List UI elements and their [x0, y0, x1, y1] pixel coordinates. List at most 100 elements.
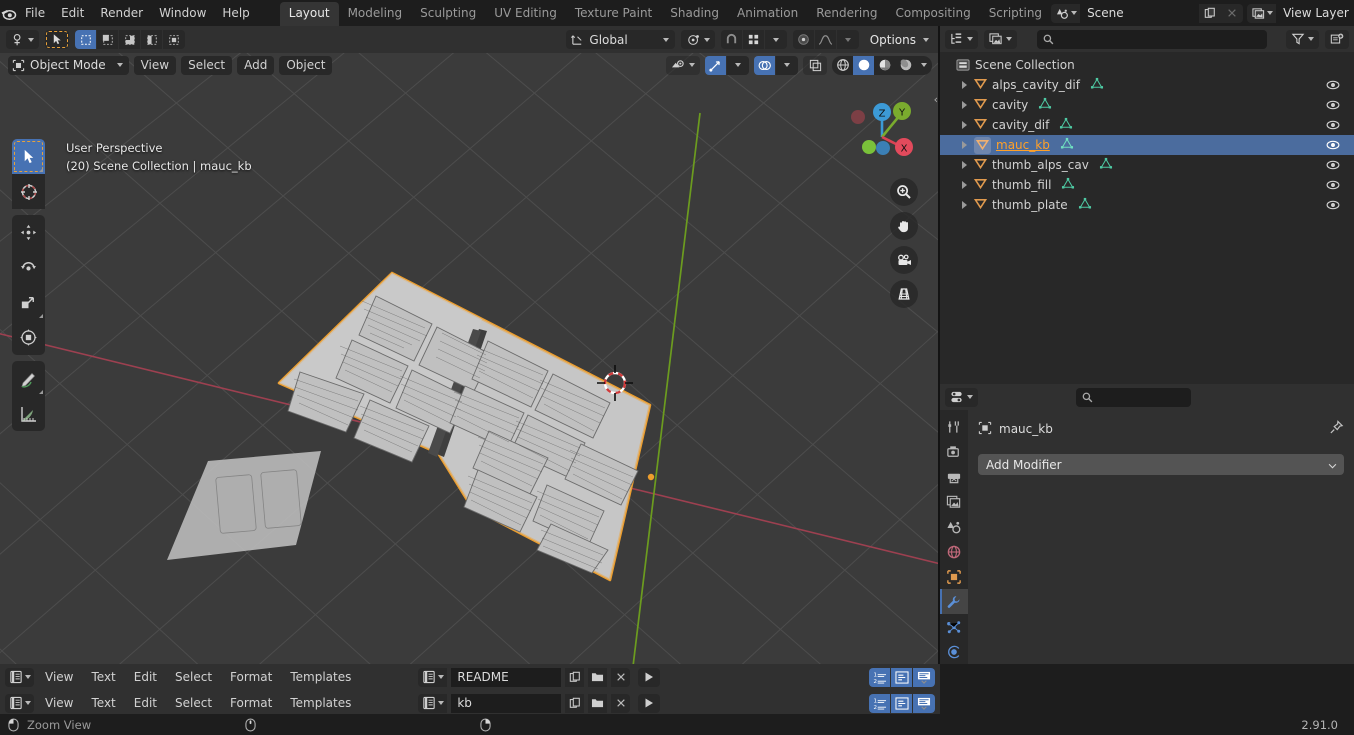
tool-measure[interactable]: [12, 396, 45, 431]
gizmo-group[interactable]: [705, 55, 749, 75]
disclosure-triangle-icon[interactable]: [962, 121, 967, 129]
menu-render[interactable]: Render: [92, 3, 151, 23]
interaction-mode-dropdown[interactable]: Object Mode: [8, 55, 129, 75]
properties-tab-physics[interactable]: [940, 639, 968, 664]
visibility-eye-icon[interactable]: [1326, 198, 1340, 215]
word-wrap-icon[interactable]: [891, 693, 913, 713]
text-menu-select[interactable]: Select: [168, 694, 219, 712]
viewport-menu-object[interactable]: Object: [279, 55, 333, 75]
overlays-icon[interactable]: [754, 55, 776, 75]
chevron-down-icon[interactable]: [836, 30, 859, 49]
scene-selector[interactable]: Scene: [1051, 3, 1244, 23]
viewport-menu-add[interactable]: Add: [237, 55, 275, 75]
workspace-tab-rendering[interactable]: Rendering: [807, 2, 886, 26]
select-intersect-icon[interactable]: [163, 30, 185, 49]
properties-editor-icon[interactable]: [945, 387, 978, 407]
solid-shading-icon[interactable]: [853, 55, 874, 75]
line-numbers-icon[interactable]: 12: [869, 693, 891, 713]
view-layer-icon[interactable]: [1247, 3, 1278, 23]
text-datablock-icon[interactable]: [418, 693, 448, 713]
select-new-icon[interactable]: [75, 30, 97, 49]
menu-help[interactable]: Help: [214, 3, 257, 23]
visibility-eye-icon[interactable]: [1326, 138, 1340, 155]
disclosure-triangle-icon[interactable]: [962, 181, 967, 189]
open-folder-icon[interactable]: [588, 693, 608, 713]
pin-icon[interactable]: [1329, 420, 1344, 438]
workspace-tab-uv-editing[interactable]: UV Editing: [485, 2, 566, 26]
outliner-row-scene-collection[interactable]: Scene Collection: [940, 55, 1354, 75]
tool-tweak-select-box[interactable]: [12, 139, 45, 174]
unlink-x-icon[interactable]: [611, 667, 631, 687]
select-extend-icon[interactable]: [97, 30, 119, 49]
workspace-tab-modeling[interactable]: Modeling: [339, 2, 412, 26]
text-menu-edit[interactable]: Edit: [127, 668, 164, 686]
new-text-icon[interactable]: [565, 693, 585, 713]
navigation-gizmo[interactable]: Z Y X: [838, 91, 922, 175]
outliner-row-thumb_alps_cav[interactable]: thumb_alps_cav: [940, 155, 1354, 175]
new-text-icon[interactable]: [565, 667, 585, 687]
scene-name[interactable]: Scene: [1081, 3, 1200, 23]
xray-toggle[interactable]: [803, 55, 827, 75]
visibility-eye-icon[interactable]: [1326, 178, 1340, 195]
open-folder-icon[interactable]: [588, 667, 608, 687]
text-menu-view[interactable]: View: [38, 694, 80, 712]
menu-edit[interactable]: Edit: [53, 3, 92, 23]
syntax-highlight-icon[interactable]: [913, 667, 935, 687]
proportional-editing-icon[interactable]: [792, 30, 815, 49]
sidebar-collapse-arrow[interactable]: ‹: [934, 93, 938, 106]
menu-window[interactable]: Window: [151, 3, 214, 23]
visibility-eye-icon[interactable]: [1326, 118, 1340, 135]
text-editor-icon[interactable]: [5, 667, 34, 687]
disclosure-triangle-icon[interactable]: [962, 101, 967, 109]
text-menu-text[interactable]: Text: [84, 694, 122, 712]
properties-tab-render[interactable]: [940, 439, 968, 464]
visibility-eye-icon[interactable]: [1326, 98, 1340, 115]
unlink-x-icon[interactable]: [611, 693, 631, 713]
snap-increment-icon[interactable]: [742, 30, 765, 49]
properties-tab-scene[interactable]: [940, 514, 968, 539]
outliner-row-alps_cavity_dif[interactable]: alps_cavity_dif: [940, 75, 1354, 95]
properties-tab-output[interactable]: [940, 464, 968, 489]
properties-tab-object[interactable]: [940, 564, 968, 589]
outliner-row-mauc_kb[interactable]: mauc_kb: [940, 135, 1354, 155]
menu-file[interactable]: File: [17, 3, 53, 23]
scene-icon[interactable]: [1051, 3, 1082, 23]
smooth-falloff-icon[interactable]: [814, 30, 837, 49]
wireframe-shading-icon[interactable]: [832, 56, 853, 75]
disclosure-triangle-icon[interactable]: [962, 81, 967, 89]
pan-hand-icon[interactable]: [890, 212, 918, 240]
outliner-search-input[interactable]: [1036, 29, 1267, 49]
chevron-down-icon[interactable]: [727, 55, 749, 75]
visibility-dropdown[interactable]: [666, 55, 700, 75]
properties-tab-particles[interactable]: [940, 614, 968, 639]
workspace-tab-compositing[interactable]: Compositing: [886, 2, 979, 26]
visibility-eye-icon[interactable]: [1326, 158, 1340, 175]
tool-cursor-3d[interactable]: [12, 174, 45, 209]
properties-tab-view-layer[interactable]: [940, 489, 968, 514]
tool-rotate[interactable]: [12, 250, 45, 285]
run-script-icon[interactable]: [638, 693, 661, 713]
disclosure-triangle-icon[interactable]: [962, 141, 967, 149]
text-menu-templates[interactable]: Templates: [283, 694, 358, 712]
tool-transform[interactable]: [12, 320, 45, 355]
select-mode-segment[interactable]: [75, 30, 185, 49]
viewport-menu-select[interactable]: Select: [181, 55, 233, 75]
material-shading-icon[interactable]: [874, 56, 895, 75]
text-filename-kb[interactable]: kb: [451, 693, 562, 713]
workspace-tab-sculpting[interactable]: Sculpting: [411, 2, 485, 26]
outliner-row-cavity[interactable]: cavity: [940, 95, 1354, 115]
new-collection-icon[interactable]: [1325, 29, 1349, 49]
new-copy-icon[interactable]: [1199, 3, 1222, 23]
run-script-icon[interactable]: [638, 667, 661, 687]
text-menu-select[interactable]: Select: [168, 668, 219, 686]
proportional-editing-group[interactable]: [792, 30, 859, 49]
properties-tab-world[interactable]: [940, 539, 968, 564]
select-subtract-icon[interactable]: [119, 30, 141, 49]
text-menu-edit[interactable]: Edit: [127, 694, 164, 712]
text-filename-readme[interactable]: README: [451, 667, 562, 687]
blender-logo-icon[interactable]: [0, 0, 17, 26]
workspace-tab-texture-paint[interactable]: Texture Paint: [566, 2, 661, 26]
tool-annotate[interactable]: [12, 361, 45, 396]
chevron-down-icon[interactable]: [764, 30, 787, 49]
properties-search-input[interactable]: [1076, 387, 1191, 407]
